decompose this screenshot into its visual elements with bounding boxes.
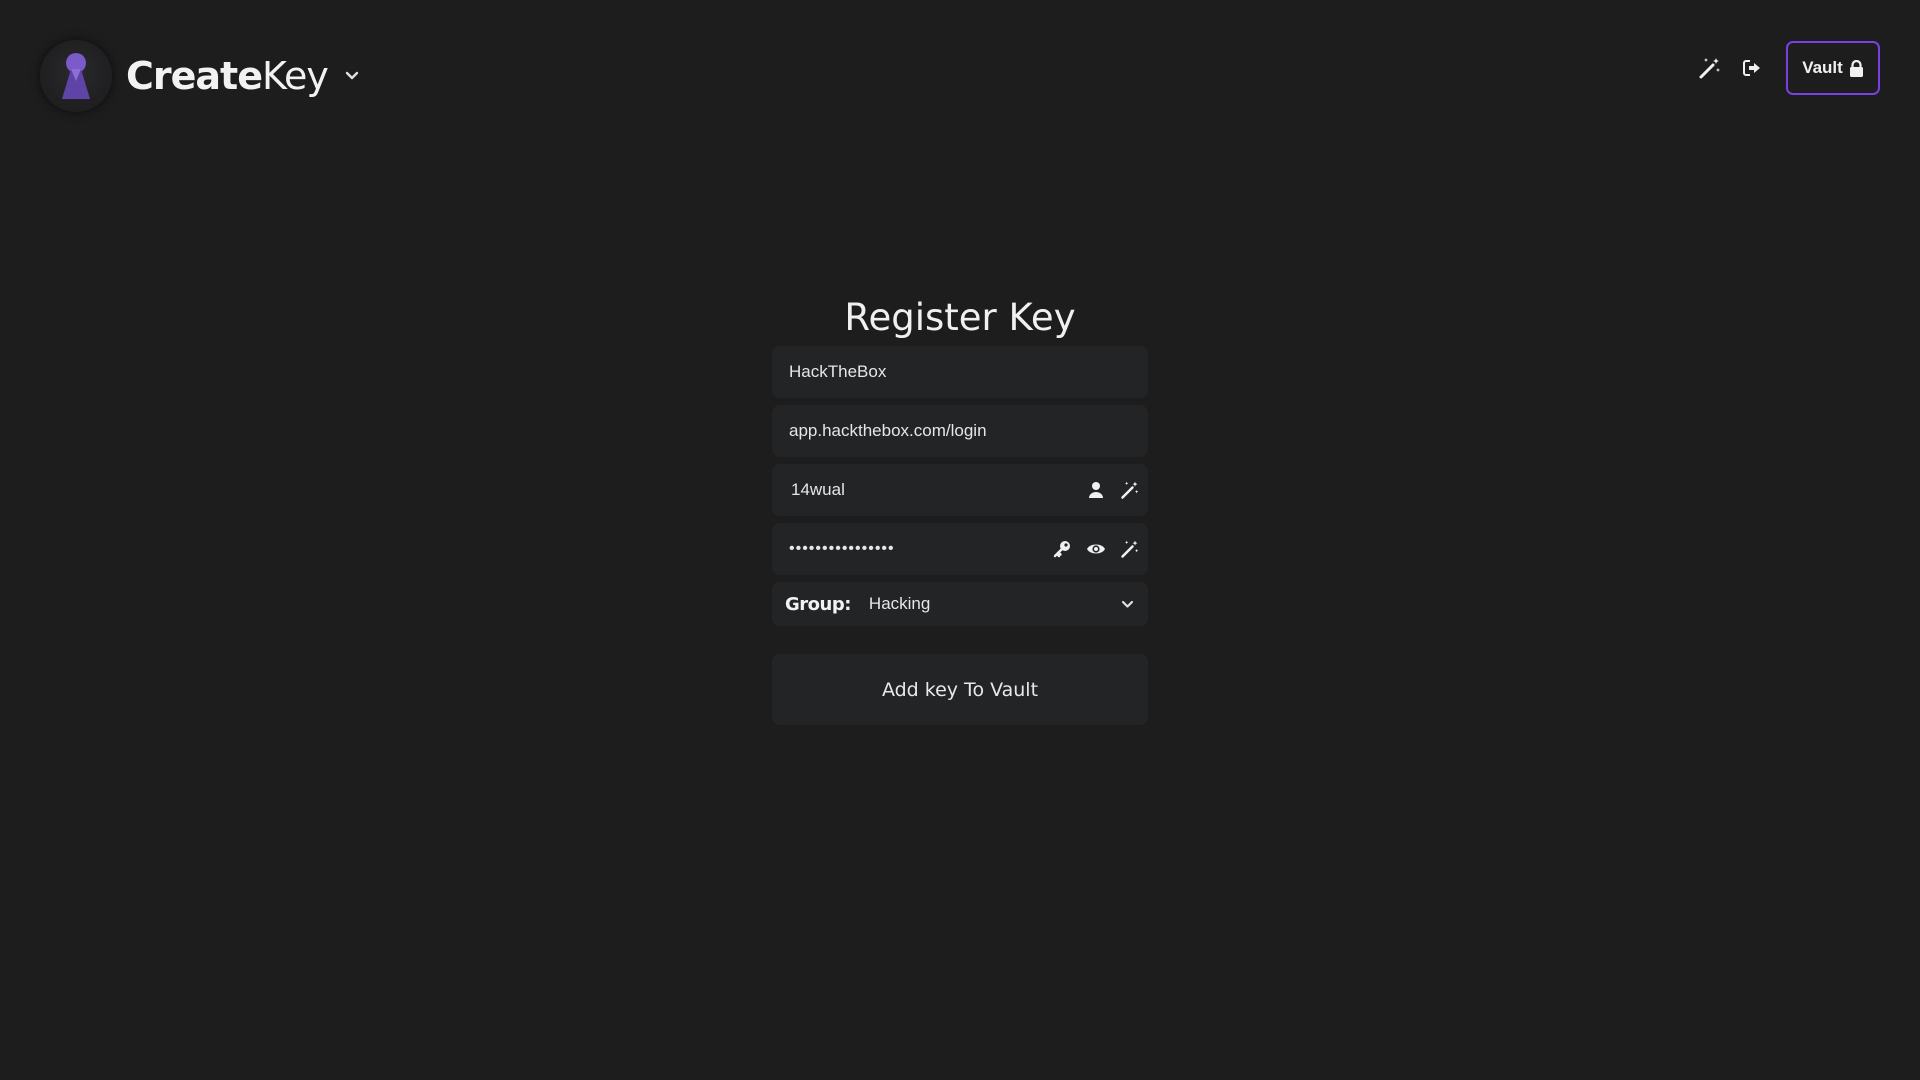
group-field: Group: Hacking: [772, 582, 1148, 626]
brand-name-light: Key: [261, 54, 329, 98]
magic-wand-icon[interactable]: [1696, 54, 1724, 82]
group-label: Group:: [785, 593, 851, 615]
key-icon[interactable]: [1050, 537, 1074, 561]
eye-icon[interactable]: [1084, 537, 1108, 561]
name-field[interactable]: HackTheBox: [772, 346, 1148, 398]
group-select-value: Hacking: [868, 594, 931, 613]
top-actions: Vault: [1696, 40, 1880, 96]
brand-name-strong: Create: [126, 54, 263, 98]
vault-button-label: Vault: [1802, 58, 1843, 77]
brand-name: Create Key: [126, 54, 329, 98]
sign-out-icon[interactable]: [1738, 54, 1766, 82]
url-field-value: app.hackthebox.com/login: [789, 421, 987, 440]
chevron-down-icon: [1121, 594, 1134, 614]
keyhole-logo: [40, 40, 112, 112]
brand-menu[interactable]: Create Key: [40, 40, 360, 112]
name-field-value: HackTheBox: [789, 362, 887, 381]
page-title: Register Key: [844, 296, 1076, 339]
password-field-value: ••••••••••••••••: [789, 540, 895, 557]
lock-icon: [1849, 59, 1864, 77]
register-key-form: Register Key HackTheBox app.hackthebox.c…: [772, 290, 1148, 725]
chevron-down-icon[interactable]: [344, 68, 360, 84]
magic-wand-icon[interactable]: [1118, 478, 1142, 502]
user-icon[interactable]: [1084, 478, 1108, 502]
username-field-value: 14wual: [791, 480, 845, 499]
top-header: Create Key Vault: [0, 0, 1920, 140]
username-field-icons: [1074, 478, 1142, 502]
add-key-button[interactable]: Add key To Vault: [772, 654, 1148, 725]
vault-button[interactable]: Vault: [1786, 41, 1880, 95]
magic-wand-icon[interactable]: [1118, 537, 1142, 561]
url-field[interactable]: app.hackthebox.com/login: [772, 405, 1148, 457]
username-field[interactable]: 14wual: [772, 464, 1148, 516]
password-field-icons: [1040, 537, 1142, 561]
password-field[interactable]: ••••••••••••••••: [772, 523, 1148, 575]
group-select[interactable]: Hacking: [869, 582, 1148, 626]
